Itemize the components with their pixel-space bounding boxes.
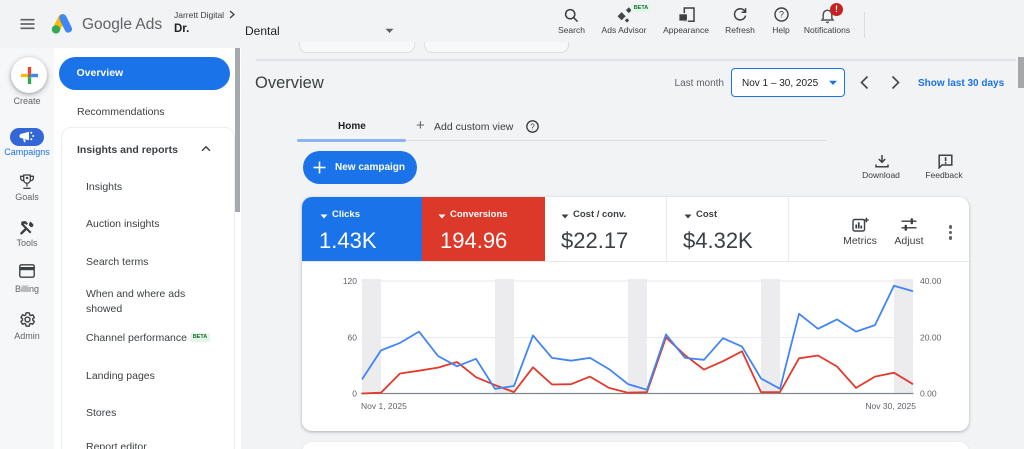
svg-text:?: ? — [779, 10, 784, 20]
svg-text:0: 0 — [352, 389, 357, 399]
svg-text:20.00: 20.00 — [920, 333, 942, 343]
svg-text:0.00: 0.00 — [920, 389, 937, 399]
svg-text:Nov 1, 2025: Nov 1, 2025 — [361, 401, 407, 411]
svg-text:?: ? — [530, 122, 535, 131]
svg-text:Nov 30, 2025: Nov 30, 2025 — [865, 401, 916, 411]
svg-text:40.00: 40.00 — [920, 276, 942, 286]
svg-text:120: 120 — [343, 276, 357, 286]
svg-text:60: 60 — [348, 333, 358, 343]
